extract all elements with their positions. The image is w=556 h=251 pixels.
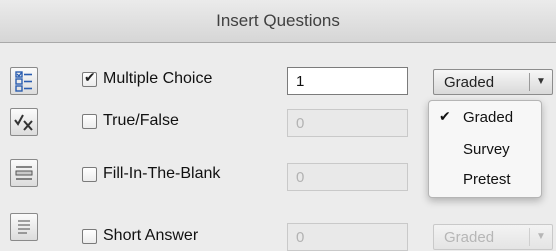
select-divider: [529, 228, 530, 246]
multiple-choice-count-input[interactable]: [287, 67, 408, 95]
select-value: Graded: [444, 229, 495, 246]
multiple-choice-type-select[interactable]: Graded ▼: [433, 69, 553, 95]
short-answer-count-input[interactable]: [287, 223, 408, 251]
short-answer-checkbox[interactable]: Short Answer: [82, 225, 198, 247]
type-dropdown-menu: ✔ Graded Survey Pretest: [428, 100, 542, 198]
multiple-choice-icon[interactable]: [10, 67, 38, 95]
chevron-down-icon[interactable]: ▼: [534, 75, 548, 89]
true-false-count-input[interactable]: [287, 109, 408, 137]
question-row-multiple-choice: Multiple Choice Graded ▼: [0, 61, 556, 95]
checkbox-box[interactable]: [82, 228, 97, 244]
dropdown-option-survey[interactable]: Survey: [429, 137, 541, 163]
checkmark-icon: ✔: [439, 109, 451, 125]
short-answer-label: Short Answer: [103, 227, 199, 244]
multiple-choice-label: Multiple Choice: [103, 70, 213, 87]
fill-in-the-blank-count-input[interactable]: [287, 163, 408, 191]
multiple-choice-checkbox[interactable]: Multiple Choice: [82, 68, 212, 90]
question-row-short-answer: Short Answer Graded ▼: [0, 213, 556, 251]
checkbox-box[interactable]: [82, 166, 97, 182]
window-title: Insert Questions: [216, 11, 340, 30]
dropdown-option-graded[interactable]: ✔ Graded: [429, 105, 541, 131]
short-answer-icon[interactable]: [10, 213, 38, 241]
true-false-label: True/False: [103, 112, 179, 129]
fill-in-blank-icon[interactable]: [10, 159, 38, 187]
chevron-down-icon[interactable]: ▼: [534, 230, 548, 244]
dropdown-option-pretest[interactable]: Pretest: [429, 167, 541, 193]
checkbox-box[interactable]: [82, 70, 97, 87]
true-false-icon[interactable]: [10, 108, 38, 136]
fill-in-the-blank-checkbox[interactable]: Fill-In-The-Blank: [82, 163, 220, 185]
window-titlebar: Insert Questions: [0, 0, 556, 43]
select-value: Graded: [444, 74, 495, 91]
short-answer-type-select[interactable]: Graded ▼: [433, 224, 553, 250]
checkbox-box[interactable]: [82, 113, 97, 129]
true-false-checkbox[interactable]: True/False: [82, 110, 179, 132]
fill-in-the-blank-label: Fill-In-The-Blank: [103, 165, 221, 182]
select-divider: [529, 73, 530, 91]
